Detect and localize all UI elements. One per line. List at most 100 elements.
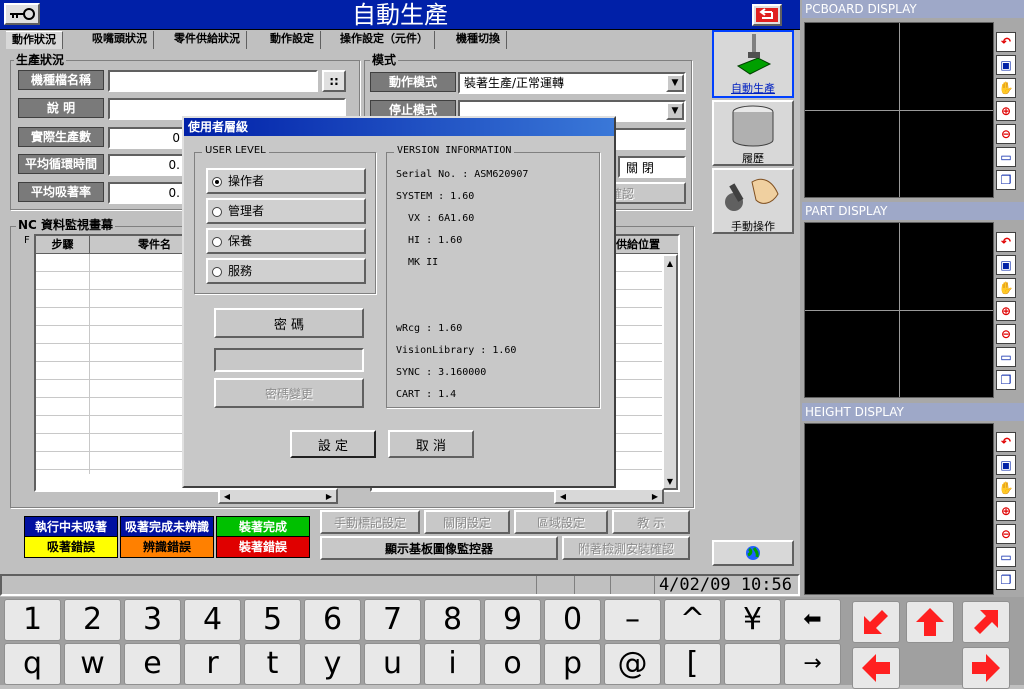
- nc-feeder-hscroll[interactable]: ◀ ▶: [554, 488, 664, 504]
- user-level-option[interactable]: 操作者: [206, 168, 366, 194]
- manual-operation-button[interactable]: 手動操作: [712, 168, 794, 234]
- key[interactable]: y: [304, 643, 361, 685]
- password-field[interactable]: [214, 348, 364, 372]
- key[interactable]: u: [364, 643, 421, 685]
- key[interactable]: 7: [364, 599, 421, 641]
- attach-check-button[interactable]: 附著檢測安裝確認: [562, 536, 690, 560]
- key[interactable]: ^: [664, 599, 721, 641]
- zoom-window-icon[interactable]: ▣: [996, 255, 1016, 275]
- key[interactable]: r: [184, 643, 241, 685]
- copy-icon[interactable]: ❐: [996, 170, 1016, 190]
- zoom-in-icon[interactable]: ⊕: [996, 301, 1016, 321]
- zoom-in-icon[interactable]: ⊕: [996, 101, 1016, 121]
- tab-operation-status[interactable]: 動作狀況: [6, 31, 63, 49]
- tab-component-settings[interactable]: 操作設定（元件）: [334, 31, 435, 49]
- cancel-button[interactable]: 取 消: [388, 430, 474, 458]
- globe-button[interactable]: [712, 540, 794, 566]
- nc-feeder-vscroll[interactable]: ▲ ▼: [662, 254, 678, 490]
- radio-icon[interactable]: [212, 266, 222, 277]
- region-settings-button[interactable]: 區域設定: [514, 510, 608, 534]
- undo-icon[interactable]: ↶: [996, 232, 1016, 252]
- scroll-left-icon[interactable]: ◀: [556, 490, 570, 502]
- image-monitor-button[interactable]: 顯示基板圖像監控器: [320, 536, 558, 560]
- exit-button[interactable]: [752, 4, 782, 26]
- scroll-left-icon[interactable]: ◀: [220, 490, 234, 502]
- key[interactable]: 4: [184, 599, 241, 641]
- column-header-step[interactable]: 步驟: [36, 236, 90, 254]
- zoom-window-icon[interactable]: ▣: [996, 455, 1016, 475]
- key[interactable]: 1: [4, 599, 61, 641]
- key[interactable]: 3: [124, 599, 181, 641]
- zoom-out-icon[interactable]: ⊖: [996, 324, 1016, 344]
- arrow-up-left-key[interactable]: [852, 601, 900, 643]
- change-password-button[interactable]: 密碼變更: [214, 378, 364, 408]
- valve-settings-button[interactable]: 關閉設定: [424, 510, 510, 534]
- key[interactable]: 0: [544, 599, 601, 641]
- user-level-option[interactable]: 服務: [206, 258, 366, 284]
- scroll-right-icon[interactable]: ▶: [648, 490, 662, 502]
- arrow-up-key[interactable]: [906, 601, 954, 643]
- undo-icon[interactable]: ↶: [996, 32, 1016, 52]
- arrow-left-key[interactable]: [852, 647, 900, 689]
- scroll-up-icon[interactable]: ▲: [664, 256, 676, 270]
- radio-icon[interactable]: [212, 236, 222, 247]
- user-level-option[interactable]: 管理者: [206, 198, 366, 224]
- key[interactable]: t: [244, 643, 301, 685]
- zoom-out-icon[interactable]: ⊖: [996, 524, 1016, 544]
- key[interactable]: @: [604, 643, 661, 685]
- radio-icon[interactable]: [212, 176, 222, 187]
- zoom-window-icon[interactable]: ▣: [996, 55, 1016, 75]
- key[interactable]: 9: [484, 599, 541, 641]
- arrow-up-right-key[interactable]: [962, 601, 1010, 643]
- undo-icon[interactable]: ↶: [996, 432, 1016, 452]
- tab-feeder-status[interactable]: 零件供給狀況: [168, 31, 247, 49]
- copy-icon[interactable]: ❐: [996, 570, 1016, 590]
- fit-icon[interactable]: ▭: [996, 547, 1016, 567]
- height-display-screen[interactable]: [804, 423, 994, 595]
- model-browse-button[interactable]: ::: [322, 70, 346, 92]
- column-header-feed-position[interactable]: 供給位置: [616, 236, 666, 254]
- radio-icon[interactable]: [212, 206, 222, 217]
- hand-icon[interactable]: ✋: [996, 78, 1016, 98]
- history-button[interactable]: 履歷: [712, 100, 794, 166]
- key[interactable]: w: [64, 643, 121, 685]
- fit-icon[interactable]: ▭: [996, 347, 1016, 367]
- ok-button[interactable]: 設 定: [290, 430, 376, 458]
- key[interactable]: [724, 643, 781, 685]
- fit-icon[interactable]: ▭: [996, 147, 1016, 167]
- scroll-down-icon[interactable]: ▼: [664, 474, 676, 488]
- arrow-right-key[interactable]: [962, 647, 1010, 689]
- tab-operation-settings[interactable]: 動作設定: [264, 31, 321, 49]
- run-mode-select[interactable]: 裝著生產/正常運轉 ▼: [458, 72, 686, 94]
- hand-icon[interactable]: ✋: [996, 278, 1016, 298]
- auto-production-button[interactable]: 自動生產: [712, 30, 794, 98]
- key[interactable]: →: [784, 643, 841, 685]
- key[interactable]: o: [484, 643, 541, 685]
- tab-nozzle-status[interactable]: 吸嘴頭狀況: [86, 31, 154, 49]
- key[interactable]: –: [604, 599, 661, 641]
- key[interactable]: p: [544, 643, 601, 685]
- close-toggle[interactable]: 關 閉: [618, 156, 686, 178]
- key[interactable]: 6: [304, 599, 361, 641]
- part-display-screen[interactable]: [804, 222, 994, 398]
- key[interactable]: i: [424, 643, 481, 685]
- hand-icon[interactable]: ✋: [996, 478, 1016, 498]
- zoom-out-icon[interactable]: ⊖: [996, 124, 1016, 144]
- key[interactable]: 5: [244, 599, 301, 641]
- copy-icon[interactable]: ❐: [996, 370, 1016, 390]
- key[interactable]: ⬅: [784, 599, 841, 641]
- key[interactable]: ¥: [724, 599, 781, 641]
- teach-button[interactable]: 教 示: [612, 510, 690, 534]
- pcboard-display-screen[interactable]: [804, 22, 994, 198]
- zoom-in-icon[interactable]: ⊕: [996, 501, 1016, 521]
- scroll-right-icon[interactable]: ▶: [322, 490, 336, 502]
- model-name-field[interactable]: [108, 70, 318, 92]
- key[interactable]: [: [664, 643, 721, 685]
- tab-model-switch[interactable]: 機種切換: [450, 31, 507, 49]
- nc-step-hscroll[interactable]: ◀ ▶: [218, 488, 338, 504]
- key[interactable]: q: [4, 643, 61, 685]
- user-level-option[interactable]: 保養: [206, 228, 366, 254]
- manual-mark-button[interactable]: 手動標記設定: [320, 510, 420, 534]
- key[interactable]: 2: [64, 599, 121, 641]
- key[interactable]: e: [124, 643, 181, 685]
